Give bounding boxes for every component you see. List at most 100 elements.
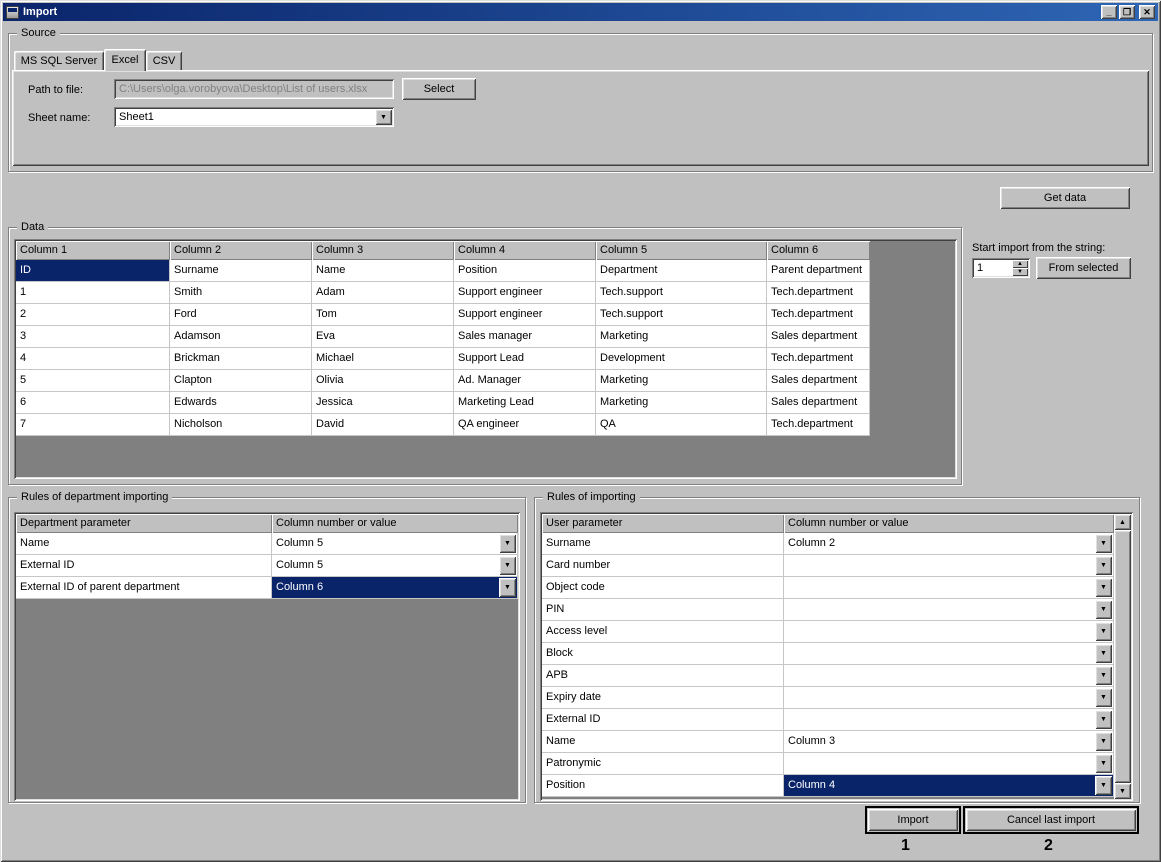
spinner-up-button[interactable]: ▲: [1012, 260, 1028, 268]
data-cell[interactable]: Brickman: [170, 348, 312, 370]
data-cell[interactable]: Eva: [312, 326, 454, 348]
start-row-spinner[interactable]: 1 ▲ ▼: [972, 258, 1030, 278]
data-cell[interactable]: 3: [16, 326, 170, 348]
user-value-cell[interactable]: ▼: [784, 687, 1114, 709]
maximize-button[interactable]: ❐: [1119, 5, 1135, 19]
dept-param-cell[interactable]: External ID of parent department: [16, 577, 272, 599]
user-value-cell[interactable]: ▼: [784, 555, 1114, 577]
user-value-cell[interactable]: ▼: [784, 665, 1114, 687]
column-header[interactable]: Column 6: [767, 241, 870, 260]
user-param-cell[interactable]: Expiry date: [542, 687, 784, 709]
spinner-down-button[interactable]: ▼: [1012, 268, 1028, 276]
dropdown-arrow-icon[interactable]: ▼: [1095, 534, 1112, 553]
data-cell[interactable]: Support engineer: [454, 282, 596, 304]
scrollbar[interactable]: ▲ ▼: [1114, 514, 1131, 799]
minimize-button[interactable]: _: [1101, 5, 1117, 19]
data-cell[interactable]: Jessica: [312, 392, 454, 414]
user-param-cell[interactable]: Block: [542, 643, 784, 665]
data-cell[interactable]: Tech.support: [596, 282, 767, 304]
data-cell[interactable]: Department: [596, 260, 767, 282]
column-header[interactable]: User parameter: [542, 514, 784, 533]
dropdown-arrow-icon[interactable]: ▼: [499, 534, 516, 553]
user-param-cell[interactable]: Access level: [542, 621, 784, 643]
data-cell[interactable]: Support Lead: [454, 348, 596, 370]
data-cell[interactable]: Tech.support: [596, 304, 767, 326]
data-cell[interactable]: Sales department: [767, 326, 870, 348]
data-cell[interactable]: ID: [16, 260, 170, 282]
user-param-cell[interactable]: Object code: [542, 577, 784, 599]
data-cell[interactable]: Michael: [312, 348, 454, 370]
data-cell[interactable]: Marketing: [596, 370, 767, 392]
scrollbar-thumb[interactable]: [1114, 530, 1131, 783]
dropdown-arrow-icon[interactable]: ▼: [1095, 644, 1112, 663]
user-value-cell[interactable]: ▼: [784, 709, 1114, 731]
user-param-cell[interactable]: Card number: [542, 555, 784, 577]
column-header[interactable]: Department parameter: [16, 514, 272, 533]
select-file-button[interactable]: Select: [402, 78, 476, 100]
data-cell[interactable]: Support engineer: [454, 304, 596, 326]
user-value-cell[interactable]: Column 2 ▼: [784, 533, 1114, 555]
user-param-cell[interactable]: External ID: [542, 709, 784, 731]
spinner-value[interactable]: 1: [977, 262, 983, 274]
data-cell[interactable]: 2: [16, 304, 170, 326]
data-cell[interactable]: Name: [312, 260, 454, 282]
tab-csv[interactable]: CSV: [146, 51, 182, 70]
user-param-cell[interactable]: Position: [542, 775, 784, 797]
column-header[interactable]: Column number or value: [784, 514, 1114, 533]
dropdown-arrow-icon[interactable]: ▼: [375, 109, 392, 125]
dropdown-arrow-icon[interactable]: ▼: [499, 578, 516, 597]
dropdown-arrow-icon[interactable]: ▼: [499, 556, 516, 575]
data-cell[interactable]: Olivia: [312, 370, 454, 392]
dept-param-cell[interactable]: Name: [16, 533, 272, 555]
dropdown-arrow-icon[interactable]: ▼: [1095, 754, 1112, 773]
cancel-last-import-button[interactable]: Cancel last import: [966, 809, 1136, 831]
dropdown-arrow-icon[interactable]: ▼: [1095, 710, 1112, 729]
data-cell[interactable]: Tech.department: [767, 414, 870, 436]
data-cell[interactable]: 5: [16, 370, 170, 392]
data-cell[interactable]: 1: [16, 282, 170, 304]
scroll-down-button[interactable]: ▼: [1114, 783, 1131, 799]
close-button[interactable]: ✕: [1139, 5, 1155, 19]
import-button[interactable]: Import: [868, 809, 958, 831]
data-cell[interactable]: Edwards: [170, 392, 312, 414]
data-cell[interactable]: QA engineer: [454, 414, 596, 436]
dropdown-arrow-icon[interactable]: ▼: [1095, 556, 1112, 575]
data-cell[interactable]: Parent department: [767, 260, 870, 282]
dropdown-arrow-icon[interactable]: ▼: [1095, 688, 1112, 707]
user-param-cell[interactable]: Surname: [542, 533, 784, 555]
user-value-cell[interactable]: ▼: [784, 599, 1114, 621]
get-data-button[interactable]: Get data: [1000, 187, 1130, 209]
data-cell[interactable]: Ad. Manager: [454, 370, 596, 392]
data-cell[interactable]: David: [312, 414, 454, 436]
scroll-up-button[interactable]: ▲: [1114, 514, 1131, 530]
dropdown-arrow-icon[interactable]: ▼: [1095, 578, 1112, 597]
data-cell[interactable]: Clapton: [170, 370, 312, 392]
title-bar[interactable]: Import _ ❐ ✕: [3, 3, 1158, 21]
user-param-cell[interactable]: Patronymic: [542, 753, 784, 775]
column-header[interactable]: Column number or value: [272, 514, 518, 533]
tab-ms-sql-server[interactable]: MS SQL Server: [14, 51, 104, 70]
data-cell[interactable]: Sales department: [767, 392, 870, 414]
data-cell[interactable]: 4: [16, 348, 170, 370]
dropdown-arrow-icon[interactable]: ▼: [1095, 600, 1112, 619]
tab-excel[interactable]: Excel: [104, 49, 146, 71]
user-param-cell[interactable]: APB: [542, 665, 784, 687]
data-cell[interactable]: 6: [16, 392, 170, 414]
data-cell[interactable]: Adam: [312, 282, 454, 304]
data-cell[interactable]: Nicholson: [170, 414, 312, 436]
column-header[interactable]: Column 1: [16, 241, 170, 260]
data-cell[interactable]: Ford: [170, 304, 312, 326]
data-cell[interactable]: Development: [596, 348, 767, 370]
data-cell[interactable]: Marketing: [596, 326, 767, 348]
data-cell[interactable]: QA: [596, 414, 767, 436]
data-cell[interactable]: Marketing Lead: [454, 392, 596, 414]
dropdown-arrow-icon[interactable]: ▼: [1095, 666, 1112, 685]
column-header[interactable]: Column 5: [596, 241, 767, 260]
user-value-cell[interactable]: ▼: [784, 621, 1114, 643]
user-value-cell[interactable]: ▼: [784, 643, 1114, 665]
dept-param-cell[interactable]: External ID: [16, 555, 272, 577]
dropdown-arrow-icon[interactable]: ▼: [1095, 732, 1112, 751]
column-header[interactable]: Column 4: [454, 241, 596, 260]
data-cell[interactable]: Tech.department: [767, 348, 870, 370]
data-cell[interactable]: Surname: [170, 260, 312, 282]
